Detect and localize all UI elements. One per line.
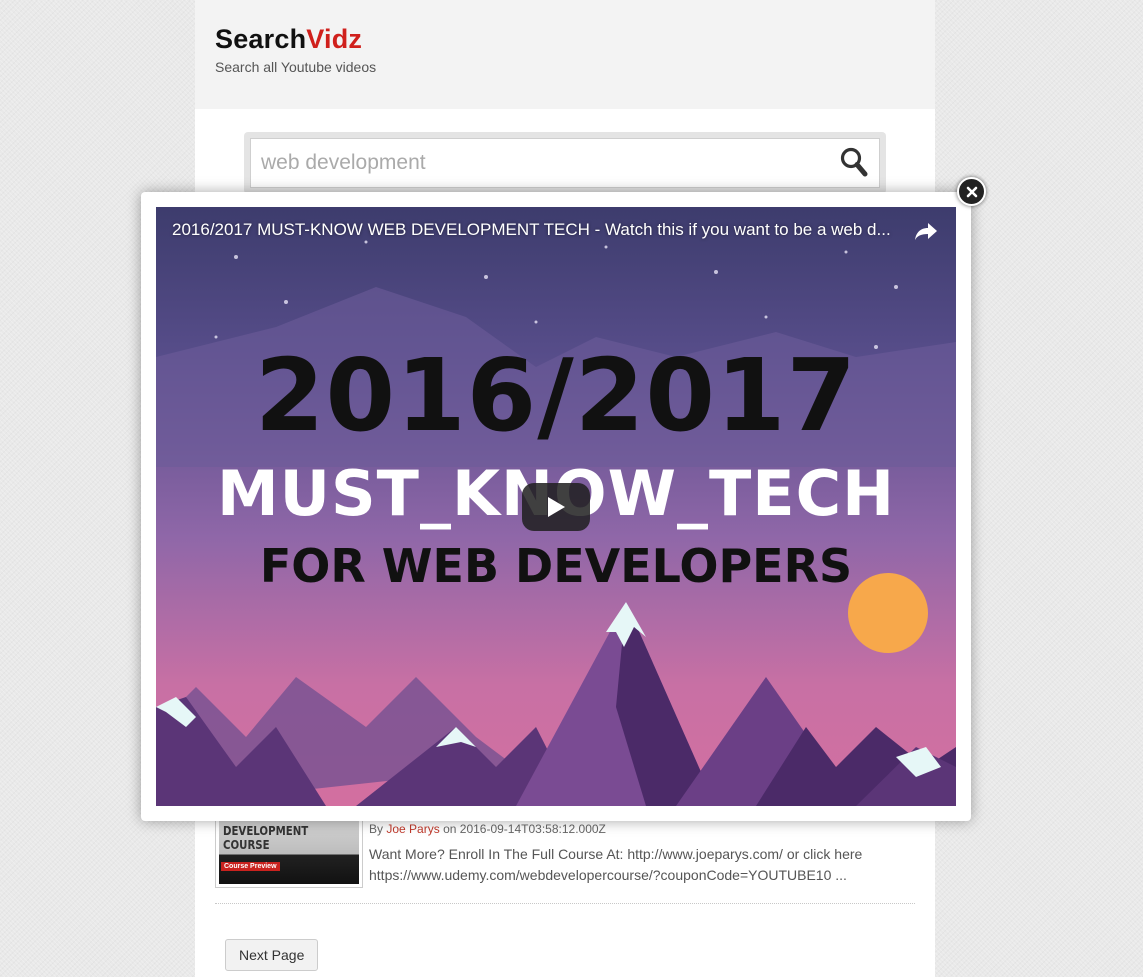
video-modal: 2016/2017 MUST-KNOW WEB DEVELOPMENT TECH… (141, 192, 971, 821)
thumbnail-caption: DEVELOPMENT COURSE (223, 824, 309, 852)
author-link[interactable]: Joe Parys (386, 822, 439, 836)
logo-accent-text: Vidz (306, 24, 363, 54)
video-player[interactable]: 2016/2017 MUST-KNOW WEB DEVELOPMENT TECH… (156, 207, 956, 806)
share-icon[interactable] (914, 220, 938, 247)
thumbnail-image: DEVELOPMENT COURSE Course Preview (219, 810, 359, 884)
logo[interactable]: SearchVidz (215, 24, 915, 55)
thumbnail-line-1: 2016/2017 (254, 337, 858, 454)
search-button[interactable] (839, 146, 869, 180)
search-icon (840, 147, 868, 177)
search-input[interactable] (261, 151, 839, 175)
close-modal-button[interactable] (957, 177, 986, 206)
on-label: on (443, 822, 457, 836)
thumbnail-badge: Course Preview (221, 862, 280, 871)
tagline: Search all Youtube videos (215, 59, 377, 75)
publish-date: 2016-09-14T03:58:12.000Z (459, 822, 606, 836)
play-icon (548, 497, 565, 517)
header: SearchVidz Search all Youtube videos (195, 0, 935, 109)
thumbnail-line-3: FOR WEB DEVELOPERS (259, 539, 853, 593)
search-form (244, 132, 886, 194)
next-page-button[interactable]: Next Page (225, 939, 319, 971)
result-meta: By Joe Parys on 2016-09-14T03:58:12.000Z (369, 822, 606, 836)
play-button[interactable] (522, 483, 590, 531)
by-label: By (369, 822, 384, 836)
search-box (250, 138, 880, 188)
logo-text: Search (215, 24, 307, 54)
video-title[interactable]: 2016/2017 MUST-KNOW WEB DEVELOPMENT TECH… (172, 220, 891, 240)
close-icon (966, 186, 977, 197)
result-description: Want More? Enroll In The Full Course At:… (369, 846, 863, 883)
